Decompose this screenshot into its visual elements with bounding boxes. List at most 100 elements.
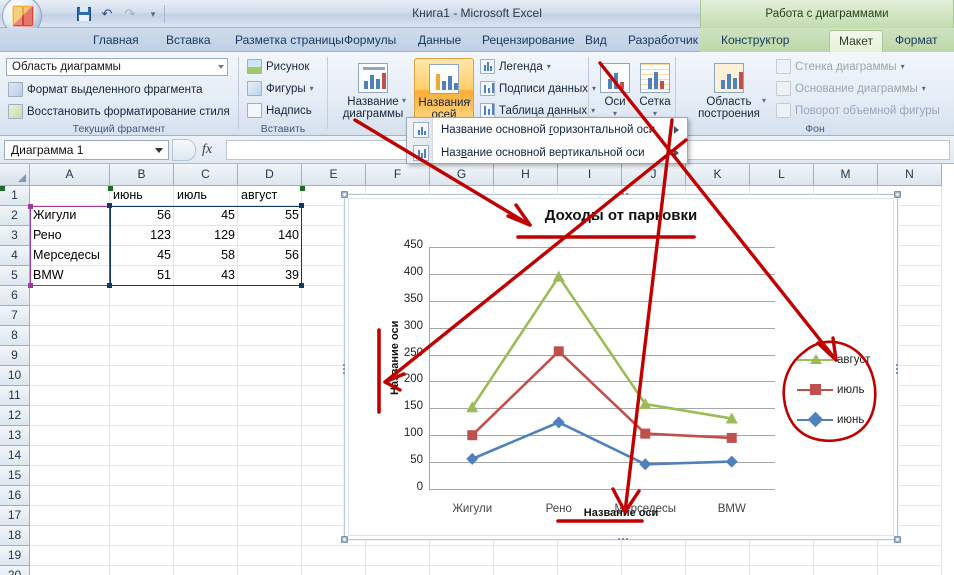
- chart-resize-handle-sw[interactable]: [341, 536, 348, 543]
- row-header-15[interactable]: 15: [0, 466, 30, 486]
- column-header-f[interactable]: F: [366, 164, 430, 186]
- legend-item-0[interactable]: август: [797, 345, 887, 375]
- cell-B16[interactable]: [110, 486, 174, 506]
- cell-N19[interactable]: [878, 546, 942, 566]
- chart-resize-handle-nw[interactable]: [341, 191, 348, 198]
- cell-D5[interactable]: 39: [238, 266, 302, 286]
- axis-titles-button[interactable]: Названия осей ▾: [414, 58, 474, 122]
- cell-I20[interactable]: [558, 566, 622, 575]
- cell-B3[interactable]: 123: [110, 226, 174, 246]
- cell-F20[interactable]: [366, 566, 430, 575]
- row-header-20[interactable]: 20: [0, 566, 30, 575]
- chart-resize-handle-s[interactable]: [617, 537, 628, 542]
- cell-D12[interactable]: [238, 406, 302, 426]
- menu-item-horizontal-axis-title[interactable]: Название основной горизонтальной оси: [408, 119, 686, 141]
- cell-A3[interactable]: Рено: [30, 226, 110, 246]
- row-header-9[interactable]: 9: [0, 346, 30, 366]
- row-header-4[interactable]: 4: [0, 246, 30, 266]
- cell-A15[interactable]: [30, 466, 110, 486]
- cell-D4[interactable]: 56: [238, 246, 302, 266]
- cell-C18[interactable]: [174, 526, 238, 546]
- cell-A8[interactable]: [30, 326, 110, 346]
- data-point-2-1[interactable]: [552, 416, 565, 429]
- cell-B12[interactable]: [110, 406, 174, 426]
- tab-design[interactable]: Конструктор: [712, 30, 798, 52]
- cell-C13[interactable]: [174, 426, 238, 446]
- name-box[interactable]: Диаграмма 1: [4, 140, 169, 160]
- cell-A10[interactable]: [30, 366, 110, 386]
- cell-A18[interactable]: [30, 526, 110, 546]
- chart-resize-handle-se[interactable]: [894, 536, 901, 543]
- range-handle[interactable]: [28, 204, 33, 209]
- column-header-h[interactable]: H: [494, 164, 558, 186]
- cell-B7[interactable]: [110, 306, 174, 326]
- row-header-14[interactable]: 14: [0, 446, 30, 466]
- cell-D20[interactable]: [238, 566, 302, 575]
- row-header-13[interactable]: 13: [0, 426, 30, 446]
- cell-B19[interactable]: [110, 546, 174, 566]
- data-point-2-3[interactable]: [725, 455, 738, 468]
- cell-A16[interactable]: [30, 486, 110, 506]
- cell-D18[interactable]: [238, 526, 302, 546]
- plot-area[interactable]: 0 50 100 150 200 250 300 350 400 450 Жигули Рено Ме…: [404, 239, 775, 515]
- row-header-2[interactable]: 2: [0, 206, 30, 226]
- column-header-j[interactable]: J: [622, 164, 686, 186]
- cell-K20[interactable]: [686, 566, 750, 575]
- menu-item-vertical-axis-title[interactable]: Название основной вертикальной оси: [408, 142, 686, 164]
- cell-F19[interactable]: [366, 546, 430, 566]
- row-header-17[interactable]: 17: [0, 506, 30, 526]
- column-header-b[interactable]: B: [110, 164, 174, 186]
- column-header-d[interactable]: D: [238, 164, 302, 186]
- row-header-19[interactable]: 19: [0, 546, 30, 566]
- range-handle[interactable]: [299, 283, 304, 288]
- tab-developer[interactable]: Разработчик: [619, 30, 707, 52]
- tab-home[interactable]: Главная: [84, 30, 148, 52]
- cell-A13[interactable]: [30, 426, 110, 446]
- cell-C4[interactable]: 58: [174, 246, 238, 266]
- column-header-m[interactable]: M: [814, 164, 878, 186]
- row-header-12[interactable]: 12: [0, 406, 30, 426]
- axis-titles-dropdown-menu[interactable]: Название основной горизонтальной оси Наз…: [406, 117, 688, 164]
- cell-D13[interactable]: [238, 426, 302, 446]
- cell-D11[interactable]: [238, 386, 302, 406]
- tab-format[interactable]: Формат: [886, 30, 947, 52]
- cell-B14[interactable]: [110, 446, 174, 466]
- row-header-7[interactable]: 7: [0, 306, 30, 326]
- cell-A1[interactable]: [30, 186, 110, 206]
- cell-B6[interactable]: [110, 286, 174, 306]
- cell-G19[interactable]: [430, 546, 494, 566]
- cell-B13[interactable]: [110, 426, 174, 446]
- cell-A7[interactable]: [30, 306, 110, 326]
- cell-J20[interactable]: [622, 566, 686, 575]
- cell-A2[interactable]: Жигули: [30, 206, 110, 226]
- cell-C5[interactable]: 43: [174, 266, 238, 286]
- column-header-c[interactable]: C: [174, 164, 238, 186]
- chart-legend[interactable]: август июль июнь: [797, 345, 887, 435]
- cell-D10[interactable]: [238, 366, 302, 386]
- cell-C3[interactable]: 129: [174, 226, 238, 246]
- cell-H19[interactable]: [494, 546, 558, 566]
- column-header-l[interactable]: L: [750, 164, 814, 186]
- cell-D9[interactable]: [238, 346, 302, 366]
- cell-B4[interactable]: 45: [110, 246, 174, 266]
- cell-A14[interactable]: [30, 446, 110, 466]
- data-table-button[interactable]: Таблица данных ▾: [480, 103, 595, 118]
- cell-A4[interactable]: Мерседесы: [30, 246, 110, 266]
- chart-title-text[interactable]: Доходы от парковки: [345, 207, 897, 224]
- cell-C14[interactable]: [174, 446, 238, 466]
- chart-element-selector[interactable]: Область диаграммы: [6, 58, 228, 76]
- tab-review[interactable]: Рецензирование: [473, 30, 584, 52]
- row-header-5[interactable]: 5: [0, 266, 30, 286]
- tab-formulas[interactable]: Формулы: [335, 30, 405, 52]
- cell-C12[interactable]: [174, 406, 238, 426]
- cell-C7[interactable]: [174, 306, 238, 326]
- chart-title-button[interactable]: Название диаграммы ▾: [337, 58, 409, 120]
- row-header-10[interactable]: 10: [0, 366, 30, 386]
- cell-D2[interactable]: 55: [238, 206, 302, 226]
- cell-B2[interactable]: 56: [110, 206, 174, 226]
- cell-D6[interactable]: [238, 286, 302, 306]
- range-handle[interactable]: [107, 283, 112, 288]
- cell-I19[interactable]: [558, 546, 622, 566]
- legend-button[interactable]: Легенда ▾: [480, 59, 551, 74]
- cell-C11[interactable]: [174, 386, 238, 406]
